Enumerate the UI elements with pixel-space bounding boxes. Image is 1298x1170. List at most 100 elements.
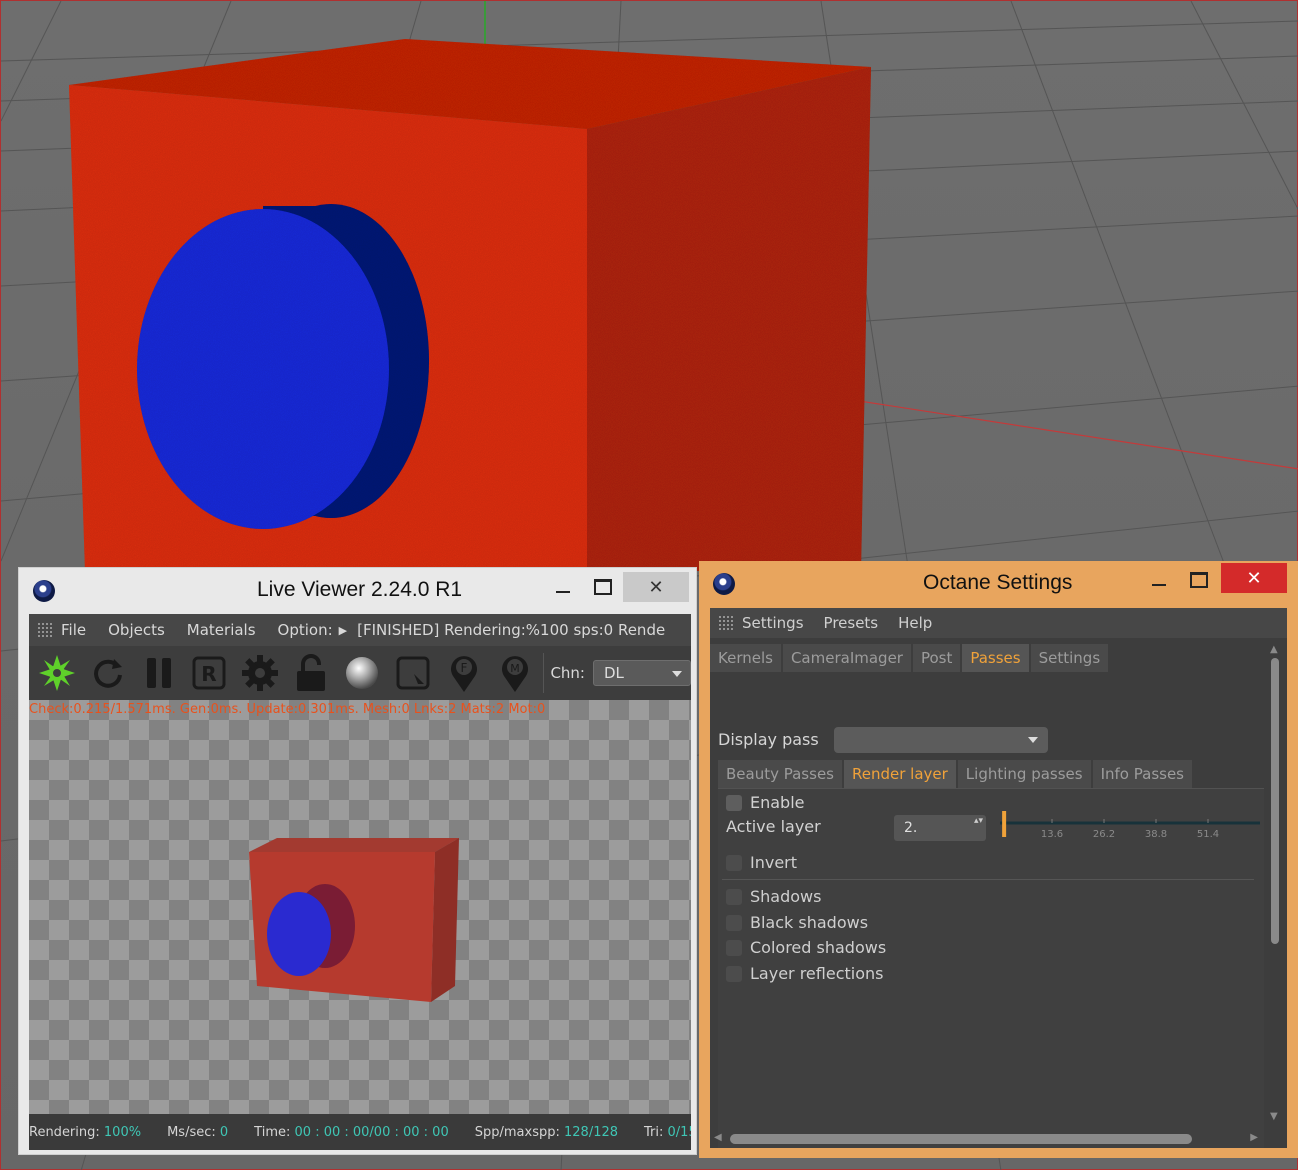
cinema4d-app-icon (33, 580, 55, 602)
colored-shadows-label: Colored shadows (750, 938, 887, 957)
menu-options[interactable]: Option: (278, 621, 333, 639)
invert-row[interactable]: Invert (726, 853, 797, 872)
colored-shadows-checkbox[interactable] (726, 939, 742, 956)
scroll-right-arrow-icon[interactable]: ▶ (1250, 1132, 1258, 1143)
active-layer-input[interactable]: 2. (894, 814, 986, 841)
tri-value: 0/15 (667, 1124, 691, 1140)
material-letter: M (510, 662, 520, 675)
material-ball-icon[interactable] (339, 650, 385, 696)
scroll-left-arrow-icon[interactable]: ◀ (714, 1132, 722, 1143)
octane-logo-icon[interactable] (34, 650, 80, 696)
lock-icon[interactable] (288, 650, 334, 696)
octane-settings-menubar: Settings Presets Help (710, 608, 1287, 638)
octane-settings-window[interactable]: Octane Settings ✕ Settings Presets Help … (699, 561, 1298, 1158)
live-viewer-statusbar: Rendering: 100% Ms/sec: 0 Time: 00 : 00 … (29, 1114, 691, 1150)
render-preview-area[interactable]: Check:0.215/1.571ms. Gen:0ms. Update:0.3… (29, 700, 691, 1114)
enable-row[interactable]: Enable (726, 793, 805, 812)
horizontal-scroll-thumb[interactable] (730, 1134, 1192, 1144)
spp-status: Spp/maxspp: 128/128 (475, 1125, 618, 1140)
slider-tick-label: 38.8 (1145, 829, 1167, 840)
focus-picker-icon[interactable] (390, 650, 436, 696)
octane-settings-body: Settings Presets Help Kernels CameraImag… (710, 608, 1287, 1148)
colored-shadows-row[interactable]: Colored shadows (726, 938, 886, 957)
live-viewer-menubar: File Objects Materials Option: ▶ [FINISH… (29, 614, 691, 646)
settings-gear-icon[interactable] (237, 650, 283, 696)
tab-lighting-passes[interactable]: Lighting passes (957, 760, 1093, 788)
grip-handle-icon[interactable] (37, 622, 53, 638)
close-button[interactable]: ✕ (1221, 563, 1287, 593)
black-shadows-label: Black shadows (750, 913, 869, 932)
menu-presets[interactable]: Presets (824, 614, 879, 632)
refresh-icon[interactable] (85, 650, 131, 696)
main-tabs: Kernels CameraImager Post Passes Setting… (710, 644, 1111, 672)
shadows-label: Shadows (750, 887, 822, 906)
region-letter: R (202, 662, 217, 686)
menu-file[interactable]: File (61, 621, 86, 639)
slider-tick-label: 26.2 (1093, 829, 1115, 840)
vertical-scroll-thumb[interactable] (1271, 658, 1279, 944)
shadows-checkbox[interactable] (726, 888, 742, 905)
menu-help[interactable]: Help (898, 614, 932, 632)
region-render-icon[interactable]: R (187, 650, 233, 696)
tab-post[interactable]: Post (912, 644, 963, 672)
minimize-button[interactable] (545, 572, 581, 602)
tab-beauty-passes[interactable]: Beauty Passes (718, 760, 844, 788)
live-viewer-body: File Objects Materials Option: ▶ [FINISH… (29, 614, 691, 1150)
grip-handle-icon[interactable] (718, 615, 734, 631)
invert-label: Invert (750, 853, 798, 872)
scroll-up-arrow-icon[interactable]: ▲ (1270, 644, 1278, 655)
window-title: Octane Settings (923, 571, 1073, 594)
blue-cylinder (137, 204, 429, 529)
layer-reflections-checkbox[interactable] (726, 965, 742, 982)
menu-objects[interactable]: Objects (108, 621, 165, 639)
menu-overflow-arrow-icon[interactable]: ▶ (339, 624, 347, 637)
render-preview-image (249, 838, 459, 1002)
time-value: 00 : 00 : 00/00 : 00 : 00 (294, 1124, 449, 1140)
maximize-button[interactable] (1181, 565, 1217, 595)
mssec-status: Ms/sec: 0 (167, 1125, 228, 1140)
close-button[interactable]: ✕ (623, 572, 689, 602)
black-shadows-row[interactable]: Black shadows (726, 913, 868, 932)
tab-render-layer[interactable]: Render layer (843, 760, 958, 788)
channel-label: Chn: (550, 664, 585, 682)
render-layer-panel: Enable Active layer 2. 13.626.238.851.4 … (718, 788, 1264, 1148)
tab-kernels[interactable]: Kernels (710, 644, 783, 672)
scroll-down-arrow-icon[interactable]: ▼ (1270, 1111, 1278, 1122)
tab-settings[interactable]: Settings (1030, 644, 1111, 672)
minimize-button[interactable] (1141, 565, 1177, 595)
channel-dropdown[interactable]: DL (592, 660, 691, 686)
enable-checkbox[interactable] (726, 794, 742, 811)
live-viewer-toolbar: R F M Chn: DL (29, 646, 691, 700)
live-viewer-titlebar[interactable]: Live Viewer 2.24.0 R1 ✕ (19, 568, 696, 612)
focus-pin-icon[interactable]: F (441, 650, 487, 696)
time-label: Time: (254, 1124, 291, 1140)
slider-tick-label: 13.6 (1041, 829, 1063, 840)
tab-info-passes[interactable]: Info Passes (1092, 760, 1194, 788)
invert-checkbox[interactable] (726, 854, 742, 871)
menu-settings[interactable]: Settings (742, 614, 804, 632)
maximize-button[interactable] (585, 572, 621, 602)
vertical-scrollbar[interactable]: ▲ ▼ (1269, 644, 1281, 1122)
active-layer-slider[interactable]: 13.6 26.2 38.8 51.4 (996, 809, 1264, 845)
channel-selector: Chn: DL (543, 653, 691, 693)
section-divider (722, 879, 1254, 880)
live-viewer-window[interactable]: Live Viewer 2.24.0 R1 ✕ File Objects Mat… (18, 567, 697, 1155)
window-title: Live Viewer 2.24.0 R1 (257, 578, 463, 601)
shadows-row[interactable]: Shadows (726, 887, 821, 906)
octane-settings-titlebar[interactable]: Octane Settings ✕ (699, 561, 1298, 605)
menu-materials[interactable]: Materials (187, 621, 256, 639)
pause-icon[interactable] (136, 650, 182, 696)
tab-cameraimager[interactable]: CameraImager (782, 644, 913, 672)
rendering-value: 100% (103, 1124, 142, 1140)
layer-reflections-row[interactable]: Layer reflections (726, 964, 883, 983)
black-shadows-checkbox[interactable] (726, 914, 742, 931)
slider-tick-label: 51.4 (1197, 829, 1219, 840)
enable-label: Enable (750, 793, 805, 812)
spp-label: Spp/maxspp: (474, 1124, 560, 1140)
material-pin-icon[interactable]: M (492, 650, 538, 696)
layer-reflections-label: Layer reflections (750, 964, 884, 983)
horizontal-scrollbar[interactable]: ◀ ▶ (710, 1128, 1262, 1148)
display-pass-dropdown[interactable] (834, 727, 1048, 753)
tab-passes[interactable]: Passes (962, 644, 1031, 672)
tri-label: Tri: (644, 1124, 664, 1140)
